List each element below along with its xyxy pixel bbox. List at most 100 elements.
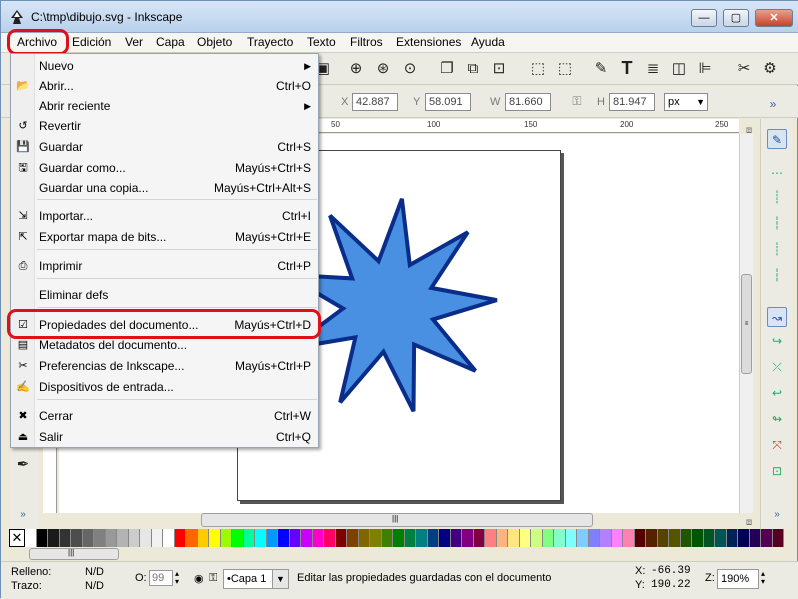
color-swatch[interactable]: [36, 529, 48, 547]
color-swatch[interactable]: [163, 529, 175, 547]
snap-toggle-icon[interactable]: ✎: [767, 129, 787, 149]
snap-midpoints-icon[interactable]: ⤧: [767, 435, 787, 455]
color-swatch[interactable]: [25, 529, 37, 547]
color-swatch[interactable]: [370, 529, 382, 547]
color-swatch[interactable]: [289, 529, 301, 547]
menu-item-1[interactable]: 📂 Abrir... Ctrl+O: [11, 76, 318, 96]
minimize-button[interactable]: —: [691, 9, 717, 27]
menu-item-0[interactable]: Nuevo ▶: [11, 56, 318, 76]
color-swatch[interactable]: [761, 529, 773, 547]
snap-intersections-icon[interactable]: ⤫: [767, 357, 787, 377]
color-swatch[interactable]: [692, 529, 704, 547]
menu-ver[interactable]: Ver: [125, 35, 143, 49]
group-icon[interactable]: ⬚: [528, 59, 548, 79]
fill-stroke-icon[interactable]: ✎: [591, 59, 611, 79]
layer-select[interactable]: •Capa 1 ▼: [223, 569, 289, 589]
color-swatch[interactable]: [105, 529, 117, 547]
color-swatch[interactable]: [140, 529, 152, 547]
text-font-icon[interactable]: T: [617, 58, 637, 78]
color-swatch[interactable]: [209, 529, 221, 547]
snap-bbox-edge-icon[interactable]: ┊: [767, 187, 787, 207]
color-swatch[interactable]: [657, 529, 669, 547]
color-swatch[interactable]: [128, 529, 140, 547]
opacity-stepper-icon[interactable]: ▴ ▾: [175, 570, 179, 586]
color-swatch[interactable]: [588, 529, 600, 547]
zoom-field[interactable]: [717, 569, 759, 589]
menu-item-9[interactable]: ⎙ Imprimir Ctrl+P: [11, 256, 318, 276]
snap-bbox-center-icon[interactable]: ┆: [767, 265, 787, 285]
unlink-clone-icon[interactable]: ⊡: [489, 59, 509, 79]
menu-item-10[interactable]: Eliminar defs: [11, 285, 318, 305]
menu-objeto[interactable]: Objeto: [197, 35, 232, 49]
close-window-button[interactable]: ✕: [755, 9, 793, 27]
y-field[interactable]: [425, 93, 471, 111]
color-swatch[interactable]: [186, 529, 198, 547]
menu-item-14[interactable]: ✍ Dispositivos de entrada...: [11, 377, 318, 397]
h-field[interactable]: [609, 93, 655, 111]
color-swatch[interactable]: [473, 529, 485, 547]
opacity-field[interactable]: [149, 570, 173, 586]
menu-item-16[interactable]: ⏏ Salir Ctrl+Q: [11, 427, 318, 447]
color-swatch[interactable]: [600, 529, 612, 547]
snap-smooth-icon[interactable]: ↬: [767, 409, 787, 429]
color-swatch[interactable]: [197, 529, 209, 547]
snap-bbox-corner-icon[interactable]: ┆: [767, 213, 787, 233]
xml-editor-icon[interactable]: ◫: [669, 59, 689, 79]
color-swatch[interactable]: [531, 529, 543, 547]
menu-filtros[interactable]: Filtros: [350, 35, 383, 49]
menu-item-5[interactable]: 🖫 Guardar como... Mayús+Ctrl+S: [11, 158, 318, 178]
color-swatch[interactable]: [738, 529, 750, 547]
lock-icon[interactable]: ⚿: [567, 91, 587, 111]
menu-item-4[interactable]: 💾 Guardar Ctrl+S: [11, 137, 318, 157]
color-swatch[interactable]: [427, 529, 439, 547]
color-swatch[interactable]: [485, 529, 497, 547]
horizontal-scrollbar[interactable]: |||: [201, 513, 593, 527]
zoom-selection-icon[interactable]: ⊕: [346, 59, 366, 79]
color-swatch[interactable]: [508, 529, 520, 547]
menu-texto[interactable]: Texto: [307, 35, 336, 49]
color-swatch[interactable]: [174, 529, 186, 547]
unit-select[interactable]: px ▼: [664, 93, 708, 111]
color-swatch[interactable]: [416, 529, 428, 547]
menu-item-13[interactable]: ✂ Preferencias de Inkscape... Mayús+Ctrl+P: [11, 356, 318, 376]
color-swatch[interactable]: [577, 529, 589, 547]
menu-item-6[interactable]: Guardar una copia... Mayús+Ctrl+Alt+S: [11, 178, 318, 198]
menu-item-7[interactable]: ⇲ Importar... Ctrl+I: [11, 206, 318, 226]
color-swatch[interactable]: [404, 529, 416, 547]
color-swatch[interactable]: [669, 529, 681, 547]
menu-capa[interactable]: Capa: [156, 35, 185, 49]
menu-item-8[interactable]: ⇱ Exportar mapa de bits... Mayús+Ctrl+E: [11, 227, 318, 247]
menu-edicion[interactable]: Edición: [72, 35, 111, 49]
color-swatch[interactable]: [335, 529, 347, 547]
color-swatch[interactable]: [542, 529, 554, 547]
snap-bbox-midpoint-icon[interactable]: ┊: [767, 239, 787, 259]
snap-cusp-icon[interactable]: ↩: [767, 383, 787, 403]
maximize-button[interactable]: ▢: [723, 9, 749, 27]
snap-more-icon[interactable]: »: [767, 505, 787, 525]
color-swatch[interactable]: [151, 529, 163, 547]
color-swatch[interactable]: [220, 529, 232, 547]
color-swatch[interactable]: [623, 529, 635, 547]
menu-item-2[interactable]: Abrir reciente ▶: [11, 96, 318, 116]
visibility-eye-icon[interactable]: ◉: [194, 572, 204, 585]
duplicate-icon[interactable]: ❐: [437, 59, 457, 79]
toolbox-more-icon[interactable]: »: [13, 505, 33, 525]
snap-paths-icon[interactable]: ↪: [767, 331, 787, 351]
snap-nodes-icon[interactable]: ↝: [767, 307, 787, 327]
menu-item-15[interactable]: ✖ Cerrar Ctrl+W: [11, 406, 318, 426]
color-palette[interactable]: ✕: [9, 529, 784, 547]
color-swatch[interactable]: [496, 529, 508, 547]
align-icon[interactable]: ⊫: [695, 59, 715, 79]
color-swatch[interactable]: [312, 529, 324, 547]
color-swatch[interactable]: [82, 529, 94, 547]
color-swatch[interactable]: [243, 529, 255, 547]
menu-trayecto[interactable]: Trayecto: [247, 35, 293, 49]
color-swatch[interactable]: [703, 529, 715, 547]
color-swatch[interactable]: [59, 529, 71, 547]
color-swatch[interactable]: [266, 529, 278, 547]
no-color-swatch[interactable]: ✕: [9, 529, 25, 547]
layer-lock-icon[interactable]: ⚿: [209, 572, 217, 585]
color-swatch[interactable]: [94, 529, 106, 547]
color-swatch[interactable]: [554, 529, 566, 547]
vertical-scrollbar[interactable]: ≡: [739, 134, 753, 513]
